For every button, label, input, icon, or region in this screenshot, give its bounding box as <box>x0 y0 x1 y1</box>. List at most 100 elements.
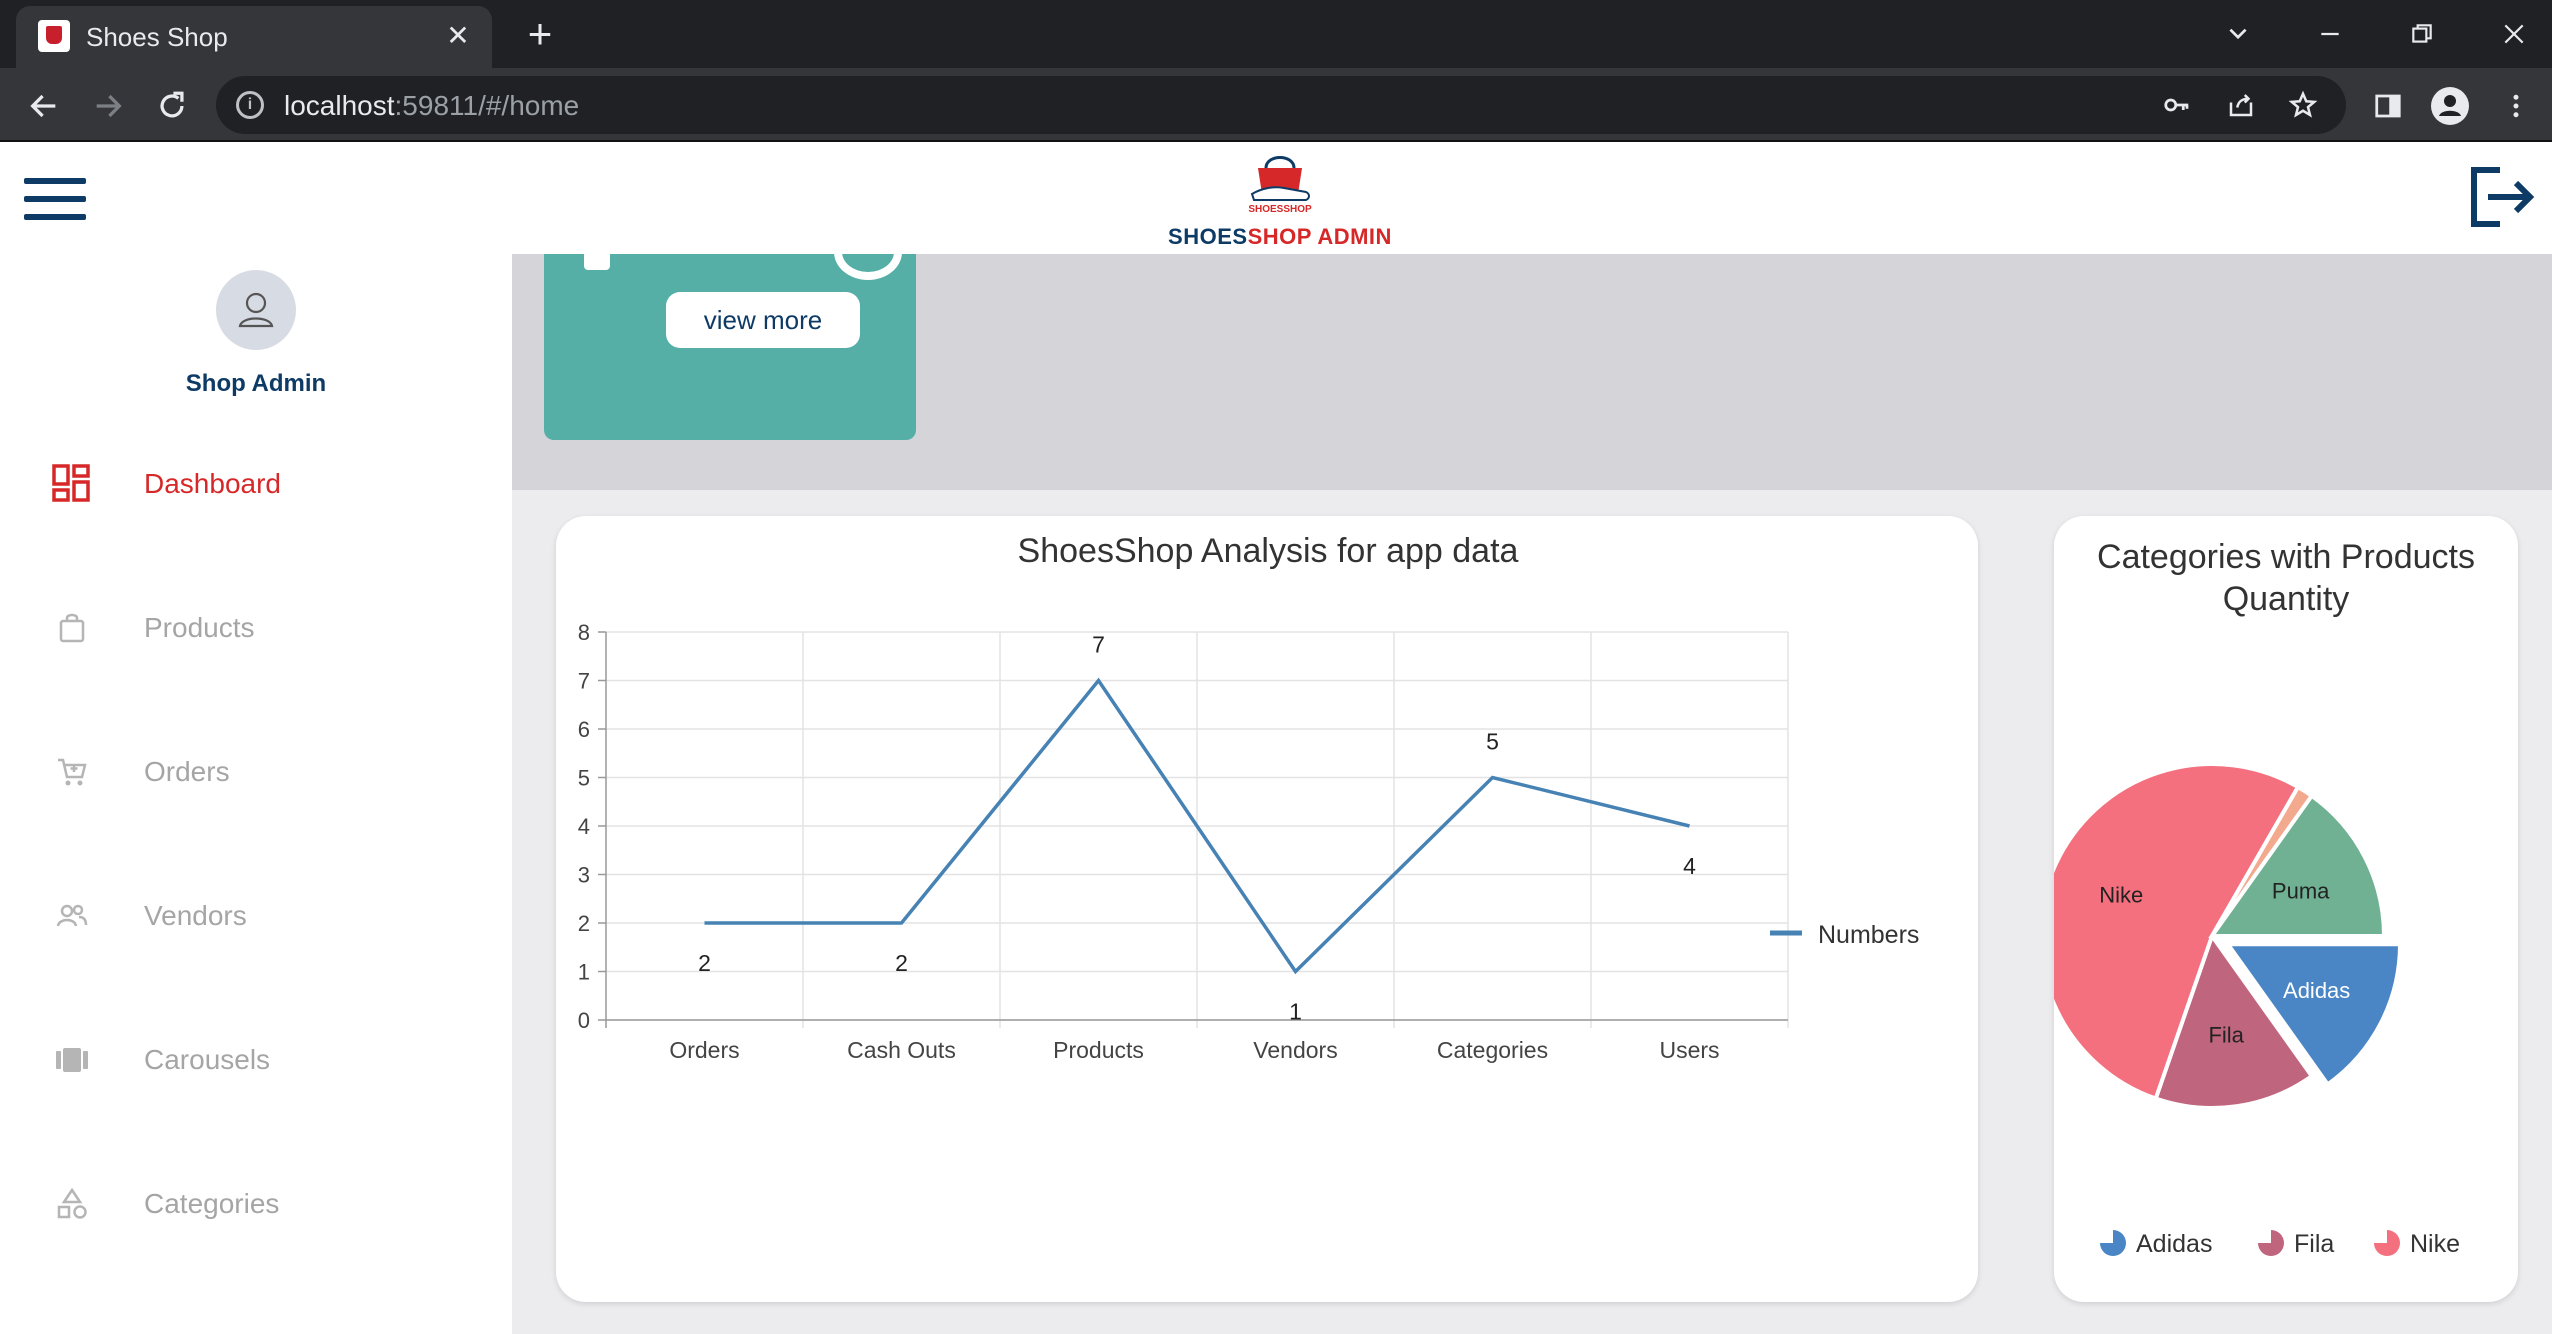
line-chart: ShoesShop Analysis for app data 0 1 2 3 4 5 6 7… <box>578 532 1920 1063</box>
site-info-icon[interactable]: i <box>236 91 264 119</box>
sidebar-item-label: Orders <box>144 756 230 787</box>
categories-icon <box>52 1184 92 1224</box>
favicon-icon <box>38 20 70 52</box>
legend-pie-icon <box>2374 1230 2400 1256</box>
sidebar-item-products[interactable]: Products <box>0 586 512 666</box>
data-label: 4 <box>1683 853 1696 879</box>
legend-item-nike[interactable]: Nike <box>2374 1230 2460 1258</box>
reload-icon[interactable] <box>150 84 194 128</box>
brand-title: SHOESSHOP ADMIN <box>1140 224 1420 250</box>
sidebar-item-label: Vendors <box>144 900 247 931</box>
pie-chart-card: Categories with Products Quantity Adidas… <box>2038 516 2518 1302</box>
key-icon[interactable] <box>2160 88 2194 122</box>
y-tick-label: 1 <box>578 960 590 985</box>
browser-tab[interactable]: Shoes Shop ✕ <box>16 6 492 68</box>
hamburger-menu-icon[interactable] <box>24 178 86 220</box>
pie-title-line2: Quantity <box>2223 580 2350 618</box>
x-tick-label: Categories <box>1437 1037 1548 1063</box>
sidebar-item-carousels[interactable]: Carousels <box>0 1018 512 1098</box>
tab-search-icon[interactable] <box>2208 10 2268 58</box>
app-header: SHOESSHOP SHOESSHOP ADMIN <box>0 142 2552 254</box>
y-tick-label: 4 <box>578 814 590 839</box>
sidebar-item-dashboard[interactable]: Dashboard <box>0 442 512 522</box>
address-bar: i localhost:59811/#/home <box>0 68 2552 142</box>
sidebar-item-orders[interactable]: Orders <box>0 730 512 810</box>
browser-tab-bar: Shoes Shop ✕ + <box>0 0 2552 68</box>
y-tick-label: 7 <box>578 669 590 694</box>
x-tick-label: Users <box>1659 1037 1719 1063</box>
legend-label: Nike <box>2410 1230 2460 1258</box>
slice-label: Adidas <box>2283 978 2350 1003</box>
brand-title-part2: SHOP ADMIN <box>1247 224 1392 249</box>
view-more-button[interactable]: view more <box>666 292 860 348</box>
side-panel-icon[interactable] <box>2368 86 2408 126</box>
profile-icon[interactable] <box>2430 86 2470 126</box>
sidebar-item-label: Categories <box>144 1188 280 1219</box>
user-icon <box>238 292 274 328</box>
x-tick-label: Products <box>1053 1037 1144 1063</box>
data-label: 2 <box>698 950 711 976</box>
sidebar-item-vendors[interactable]: Vendors <box>0 874 512 954</box>
y-tick-label: 6 <box>578 717 590 742</box>
shopping-bag-icon <box>52 608 92 648</box>
sidebar-item-categories[interactable]: Categories <box>0 1162 512 1242</box>
cart-icon <box>52 752 92 792</box>
legend-pie-icon <box>2258 1230 2284 1256</box>
brand-logo[interactable]: SHOESSHOP SHOESSHOP ADMIN <box>1140 146 1420 250</box>
legend-pie-icon <box>2100 1230 2126 1256</box>
shoe-logo-icon: SHOESSHOP <box>1248 156 1312 215</box>
close-window-icon[interactable] <box>2484 10 2544 58</box>
x-tick-label: Orders <box>669 1037 739 1063</box>
stat-card: view more <box>544 254 916 440</box>
data-label: 1 <box>1289 999 1302 1025</box>
tab-close-icon[interactable]: ✕ <box>440 18 476 54</box>
legend-label: Fila <box>2294 1230 2334 1258</box>
carousel-icon <box>52 1040 92 1080</box>
forward-arrow-icon[interactable] <box>86 84 130 128</box>
y-tick-label: 2 <box>578 911 590 936</box>
logo-small-text: SHOESSHOP <box>1248 204 1312 215</box>
pie-chart: Categories with Products Quantity Adidas… <box>2038 538 2475 1258</box>
minimize-icon[interactable] <box>2300 10 2360 58</box>
chart-title: ShoesShop Analysis for app data <box>1018 532 1519 570</box>
dashboard-icon <box>52 464 92 504</box>
menu-dots-icon[interactable] <box>2496 86 2536 126</box>
sidebar-item-label: Products <box>144 612 255 643</box>
pie-title-line1: Categories with Products <box>2097 538 2475 576</box>
legend-label: Adidas <box>2136 1230 2212 1258</box>
admin-name: Shop Admin <box>185 370 327 397</box>
people-icon <box>52 896 92 936</box>
x-tick-label: Vendors <box>1253 1037 1337 1063</box>
sidebar-item-label: Carousels <box>144 1044 271 1075</box>
url-path: :59811/#/home <box>394 90 580 121</box>
legend-item-adidas[interactable]: Adidas <box>2100 1230 2212 1258</box>
sidebar: Shop Admin Dashboard Products Orders Ven… <box>0 254 512 1334</box>
logout-icon[interactable] <box>2466 162 2536 232</box>
data-label: 2 <box>895 950 908 976</box>
chart-legend[interactable]: Numbers <box>1770 921 1919 949</box>
line-chart-card: ShoesShop Analysis for app data 0 1 2 3 4 5 6 7… <box>556 516 1978 1302</box>
share-icon[interactable] <box>2224 88 2258 122</box>
legend-label: Numbers <box>1818 921 1919 949</box>
y-tick-label: 0 <box>578 1008 590 1033</box>
y-tick-label: 5 <box>578 766 590 791</box>
main-content: view more ShoesShop Analysis for app dat… <box>512 254 2552 1334</box>
legend-item-fila[interactable]: Fila <box>2258 1230 2334 1258</box>
url-text: localhost:59811/#/home <box>284 90 579 122</box>
brand-title-part1: SHOES <box>1168 224 1248 249</box>
avatar[interactable] <box>216 270 296 350</box>
data-label: 5 <box>1486 729 1499 755</box>
back-arrow-icon[interactable] <box>22 84 66 128</box>
slice-label: Nike <box>2099 883 2143 908</box>
sidebar-item-label: Dashboard <box>144 468 281 499</box>
url-host: localhost <box>284 90 395 121</box>
url-input[interactable]: i localhost:59811/#/home <box>216 76 2346 134</box>
new-tab-icon[interactable]: + <box>520 12 560 56</box>
bookmark-star-icon[interactable] <box>2286 88 2320 122</box>
data-label: 7 <box>1092 632 1105 658</box>
y-tick-label: 3 <box>578 863 590 888</box>
tab-title: Shoes Shop <box>86 22 228 52</box>
restore-icon[interactable] <box>2392 10 2452 58</box>
slice-label: Fila <box>2208 1023 2244 1048</box>
slice-label: Puma <box>2272 878 2330 903</box>
